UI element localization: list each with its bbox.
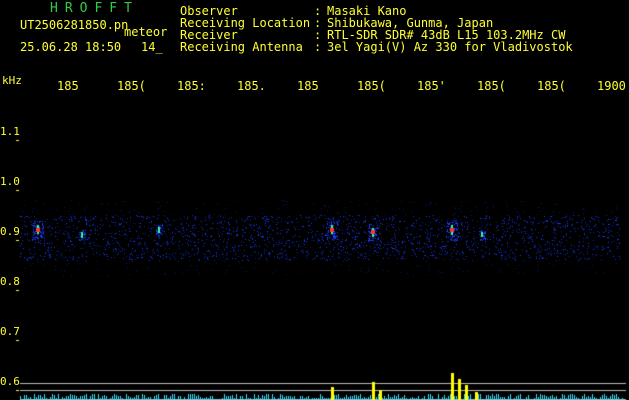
y-tick-label: 1.1 <box>0 125 20 138</box>
x-tick-label: 185. <box>237 79 266 93</box>
antenna-colon: : <box>314 40 322 54</box>
x-tick-label: 185( <box>117 79 146 93</box>
y-tick-label: 0.8 <box>0 275 20 288</box>
x-tick-label: 185' <box>417 79 446 93</box>
y-tick-label: 0.6 <box>0 375 20 388</box>
x-tick-label: 185( <box>477 79 506 93</box>
x-tick-label: 185( <box>357 79 386 93</box>
page-number: 14_ <box>141 40 163 54</box>
y-axis-unit: kHz <box>2 74 22 87</box>
spectrogram-plot <box>0 0 629 400</box>
x-tick-label: 1900 <box>597 79 626 93</box>
x-tick-label: 185( <box>537 79 566 93</box>
x-tick-label: 185: <box>177 79 206 93</box>
y-tick-label: 0.9 <box>0 225 20 238</box>
capture-datetime: 25.06.28 18:50 <box>20 40 122 54</box>
x-tick-label: 185 <box>297 79 319 93</box>
antenna-label: Receiving Antenna <box>180 40 303 54</box>
app-title: HROFFT <box>50 1 139 16</box>
antenna-value: 3el Yagi(V) Az 330 for Vladivostok <box>327 40 573 54</box>
y-tick-label: 1.0 <box>0 175 20 188</box>
x-tick-label: 185 <box>57 79 79 93</box>
y-tick-label: 0.7 <box>0 325 20 338</box>
file-name: UT2506281850.pn <box>20 18 129 32</box>
file-tag: meteor <box>124 25 168 39</box>
